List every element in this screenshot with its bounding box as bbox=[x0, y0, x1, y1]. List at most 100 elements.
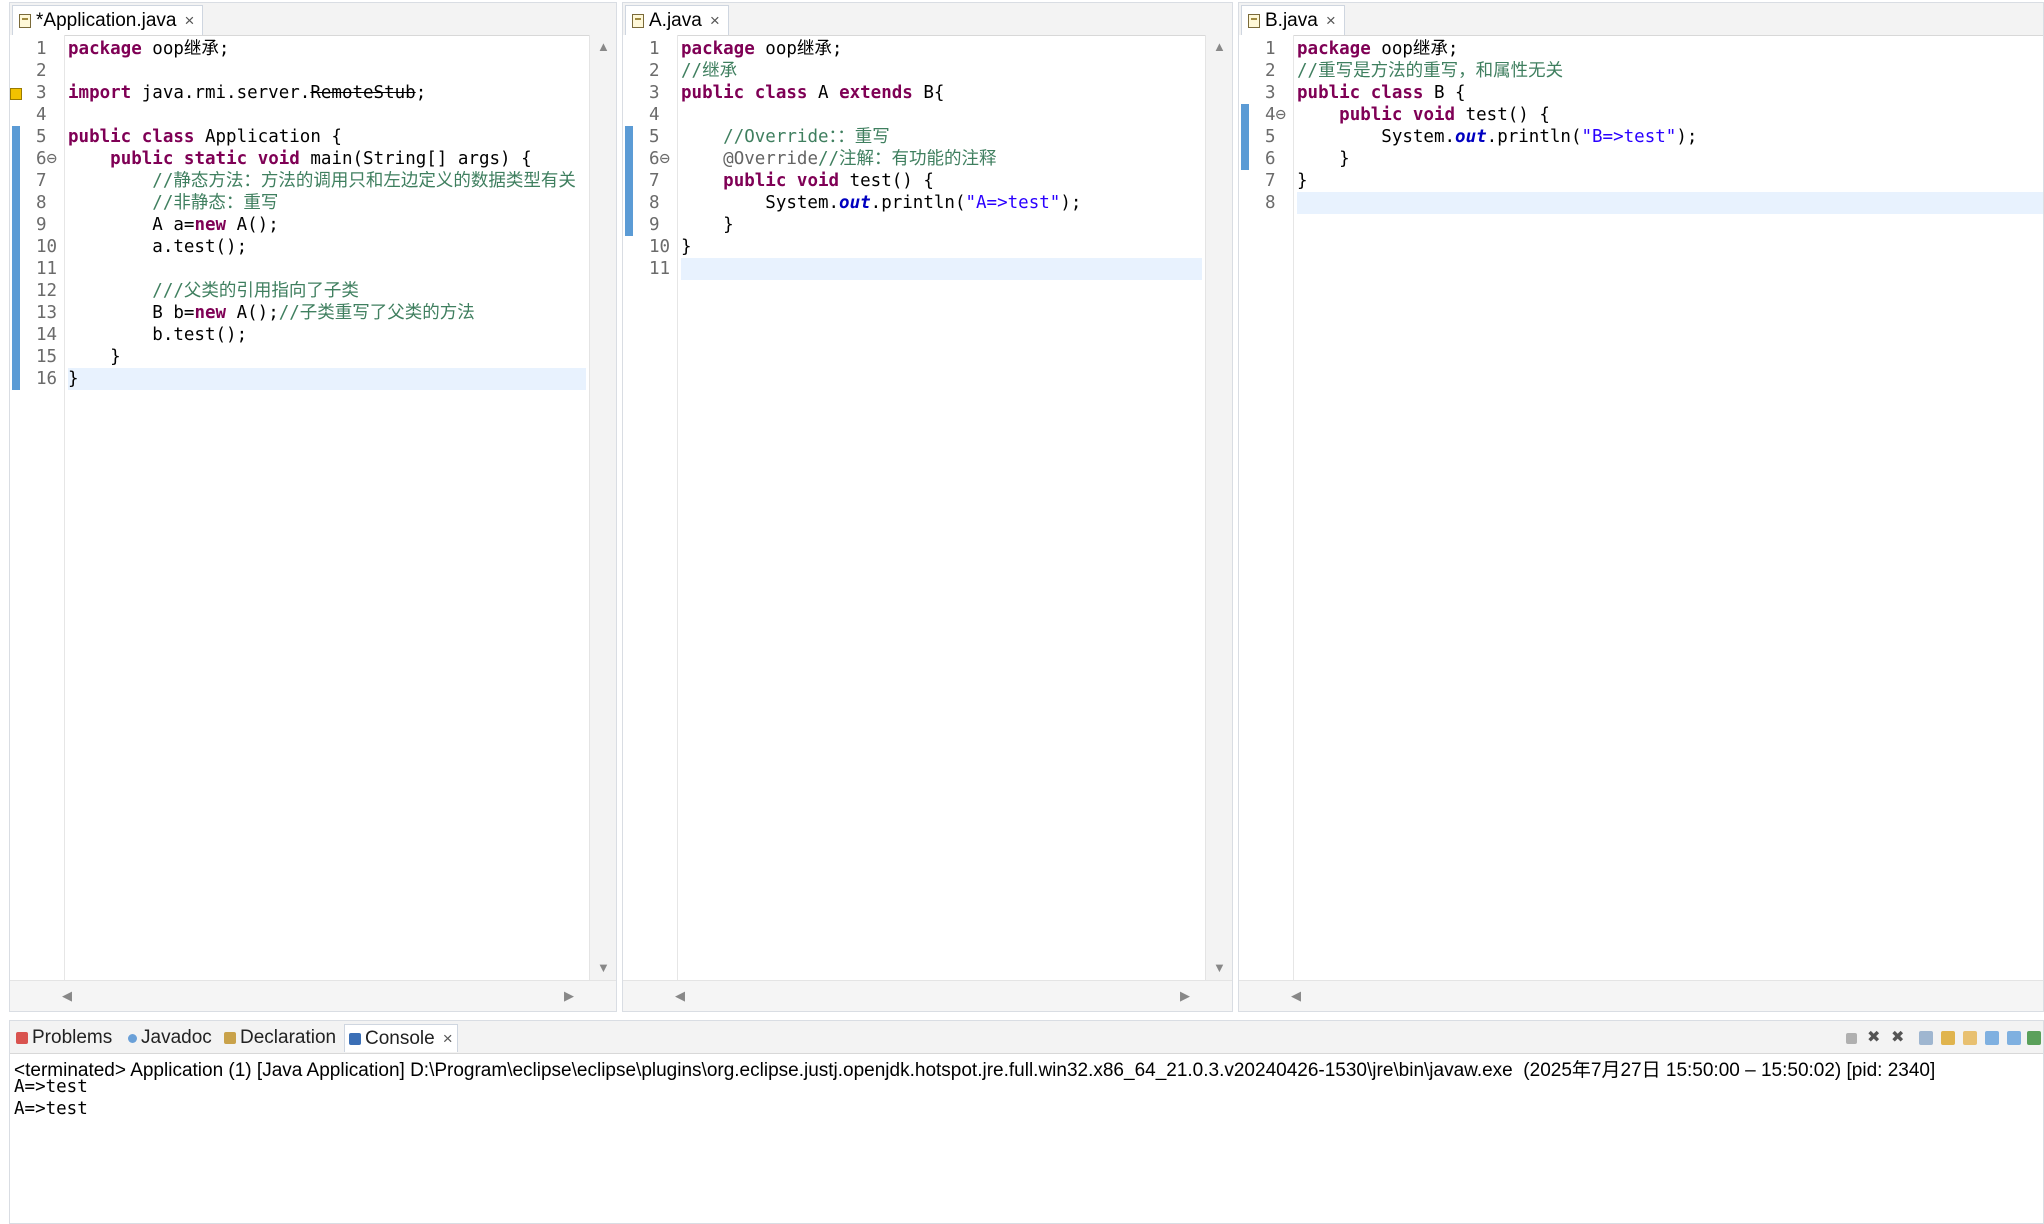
code-token: import bbox=[68, 83, 132, 103]
code-line[interactable]: b.test(); bbox=[68, 324, 586, 346]
vertical-scrollbar[interactable]: ▲ ▼ bbox=[589, 35, 616, 981]
close-icon[interactable]: × bbox=[443, 1029, 453, 1049]
remove-all-icon[interactable]: ✖ bbox=[1891, 1027, 1905, 1046]
code-line[interactable]: package oop继承; bbox=[68, 38, 586, 60]
scroll-right-icon[interactable]: ▶ bbox=[564, 988, 574, 1004]
code-line[interactable]: B b=new A();//子类重写了父类的方法 bbox=[68, 302, 586, 324]
code-token: void bbox=[1412, 105, 1456, 125]
horizontal-scrollbar[interactable]: ◀ ▶ bbox=[623, 980, 1232, 1011]
code-area[interactable]: package oop继承;//继承 public class A extends… bbox=[681, 35, 1202, 981]
word-wrap-icon[interactable] bbox=[1963, 1031, 1977, 1045]
code-token: package bbox=[68, 39, 142, 59]
code-editor[interactable]: 1 2 3 4 5 6⊖ 7 8 9 10 11 package oop继承;//继承 public … bbox=[623, 35, 1232, 981]
code-line[interactable]: import java.rmi.server.RemoteStub; bbox=[68, 82, 586, 104]
warning-icon[interactable] bbox=[10, 88, 22, 100]
code-line[interactable]: package oop继承; bbox=[1297, 38, 2043, 60]
code-token: ///父类的引用指向了子类 bbox=[152, 281, 359, 301]
clear-console-icon[interactable] bbox=[1919, 1031, 1933, 1045]
code-token: .println( bbox=[870, 193, 966, 213]
close-icon[interactable]: × bbox=[184, 11, 194, 31]
scroll-down-icon[interactable]: ▼ bbox=[1213, 960, 1226, 975]
code-line[interactable]: } bbox=[1297, 170, 2043, 192]
remove-launch-icon[interactable]: ✖ bbox=[1867, 1027, 1881, 1046]
line-number: 11 bbox=[36, 259, 58, 279]
code-line[interactable]: public class B { bbox=[1297, 82, 2043, 104]
code-line[interactable]: public class A extends B{ bbox=[681, 82, 1202, 104]
code-line[interactable]: System.out.println("A=>test"); bbox=[681, 192, 1202, 214]
code-line[interactable] bbox=[681, 104, 1202, 126]
close-icon[interactable]: × bbox=[1326, 11, 1336, 31]
code-line[interactable]: } bbox=[1297, 148, 2043, 170]
scroll-right-icon[interactable]: ▶ bbox=[1180, 988, 1190, 1004]
code-line[interactable]: } bbox=[681, 214, 1202, 236]
code-line[interactable] bbox=[1297, 192, 2043, 214]
code-line[interactable]: System.out.println("B=>test"); bbox=[1297, 126, 2043, 148]
code-area[interactable]: package oop继承; import java.rmi.server.Rem… bbox=[68, 35, 586, 981]
tab-declaration[interactable]: Declaration bbox=[220, 1024, 340, 1052]
code-editor[interactable]: 1 2 3 4⊖ 5 6 7 8 package oop继承;//重写是方法的重写，和属性无关… bbox=[1239, 35, 2043, 981]
code-line[interactable]: @Override//注解：有功能的注释 bbox=[681, 148, 1202, 170]
scroll-left-icon[interactable]: ◀ bbox=[62, 988, 72, 1004]
tab-b-java[interactable]: B.java × bbox=[1241, 5, 1345, 35]
code-line[interactable] bbox=[68, 258, 586, 280]
code-token: } bbox=[681, 237, 692, 257]
tab-problems[interactable]: Problems bbox=[12, 1024, 116, 1052]
code-line[interactable]: public void test() { bbox=[1297, 104, 2043, 126]
code-area[interactable]: package oop继承;//重写是方法的重写，和属性无关 public cla… bbox=[1297, 35, 2043, 981]
code-line[interactable] bbox=[68, 60, 586, 82]
scroll-down-icon[interactable]: ▼ bbox=[597, 960, 610, 975]
show-on-output-icon[interactable] bbox=[1985, 1031, 1999, 1045]
code-editor[interactable]: 1 2 3 4 5 6⊖ 7 8 9 10 11 12 13 14 15 16 package oop继承; i… bbox=[10, 35, 616, 981]
terminate-icon[interactable] bbox=[1846, 1033, 1857, 1044]
scroll-up-icon[interactable]: ▲ bbox=[1213, 39, 1226, 54]
code-token: package bbox=[681, 39, 755, 59]
horizontal-scrollbar[interactable]: ◀ bbox=[1239, 980, 2043, 1011]
scroll-lock-icon[interactable] bbox=[1941, 1031, 1955, 1045]
code-line[interactable]: //静态方法：方法的调用只和左边定义的数据类型有关 bbox=[68, 170, 586, 192]
code-line[interactable] bbox=[681, 258, 1202, 280]
pin-console-icon[interactable] bbox=[2027, 1031, 2041, 1045]
code-line[interactable]: public static void main(String[] args) { bbox=[68, 148, 586, 170]
console-output-line: A=>test bbox=[14, 1099, 88, 1119]
code-line[interactable]: } bbox=[68, 368, 586, 390]
code-line[interactable] bbox=[68, 104, 586, 126]
code-line[interactable]: } bbox=[68, 346, 586, 368]
line-number: 15 bbox=[36, 347, 58, 367]
console-icon bbox=[349, 1032, 361, 1045]
code-line[interactable]: public void test() { bbox=[681, 170, 1202, 192]
code-line[interactable]: //非静态：重写 bbox=[68, 192, 586, 214]
show-on-error-icon[interactable] bbox=[2007, 1031, 2021, 1045]
code-line[interactable]: } bbox=[681, 236, 1202, 258]
scroll-left-icon[interactable]: ◀ bbox=[675, 988, 685, 1004]
line-number: 4 bbox=[649, 105, 660, 125]
code-line[interactable]: A a=new A(); bbox=[68, 214, 586, 236]
line-number-gutter: 1 2 3 4 5 6⊖ 7 8 9 10 11 12 13 14 15 16 bbox=[22, 35, 65, 981]
code-line[interactable]: //继承 bbox=[681, 60, 1202, 82]
code-line[interactable]: //Override：：重写 bbox=[681, 126, 1202, 148]
close-icon[interactable]: × bbox=[710, 11, 720, 31]
code-line[interactable]: public class Application { bbox=[68, 126, 586, 148]
code-token: public bbox=[110, 149, 174, 169]
annotation-ruler bbox=[1239, 35, 1251, 981]
code-line[interactable]: a.test(); bbox=[68, 236, 586, 258]
line-number: 3 bbox=[36, 83, 47, 103]
code-token: //继承 bbox=[681, 61, 738, 81]
horizontal-scrollbar[interactable]: ◀ ▶ bbox=[10, 980, 616, 1011]
scroll-left-icon[interactable]: ◀ bbox=[1291, 988, 1301, 1004]
editor-pane-b: B.java × 1 2 3 4⊖ 5 6 7 8 package oop继承;//重写是方法… bbox=[1238, 2, 2044, 1012]
vertical-scrollbar[interactable]: ▲ ▼ bbox=[1205, 35, 1232, 981]
tab-console[interactable]: Console × bbox=[344, 1024, 458, 1052]
tab-application-java[interactable]: *Application.java × bbox=[12, 5, 204, 35]
line-number: 6 bbox=[1265, 149, 1276, 169]
code-token: test() { bbox=[1455, 105, 1550, 125]
line-number: 6⊖ bbox=[36, 149, 58, 169]
code-line[interactable]: package oop继承; bbox=[681, 38, 1202, 60]
tab-javadoc[interactable]: Javadoc bbox=[124, 1024, 216, 1052]
tab-a-java[interactable]: A.java × bbox=[625, 5, 729, 35]
code-line[interactable]: ///父类的引用指向了子类 bbox=[68, 280, 586, 302]
scroll-up-icon[interactable]: ▲ bbox=[597, 39, 610, 54]
code-token: out bbox=[839, 193, 871, 213]
code-line[interactable]: //重写是方法的重写，和属性无关 bbox=[1297, 60, 2043, 82]
